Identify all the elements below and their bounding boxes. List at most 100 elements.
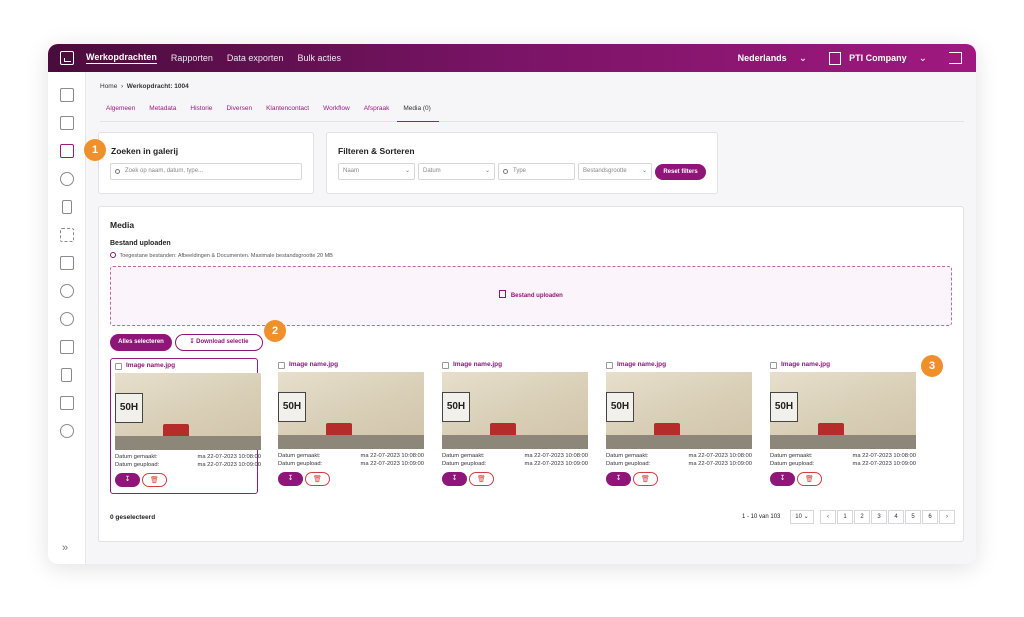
select-checkbox[interactable] [115, 363, 122, 370]
search-icon [503, 169, 508, 174]
type-input[interactable]: Type [498, 163, 575, 180]
download-selection-button[interactable]: ↧ Download selectie [175, 334, 263, 351]
per-page-value: 10 [795, 514, 802, 520]
created-label: Datum gemaakt: [278, 453, 321, 459]
delete-file-button[interactable]: 🗑 [797, 472, 822, 486]
filter-title: Filteren & Sorteren [338, 146, 415, 156]
transfer-icon[interactable] [60, 256, 74, 270]
add-user-icon[interactable] [60, 172, 74, 186]
page-3-button[interactable]: 3 [871, 510, 887, 524]
network-icon[interactable] [60, 424, 74, 438]
prev-page-icon[interactable]: ‹ [820, 510, 836, 524]
download-file-button[interactable]: ↧ [606, 472, 631, 486]
chevron-down-icon[interactable]: ⌄ [919, 53, 927, 64]
page-4-button[interactable]: 4 [888, 510, 904, 524]
download-file-button[interactable]: ↧ [442, 472, 467, 486]
nav-rapporten[interactable]: Rapporten [171, 53, 213, 63]
media-name: Image name.jpg [617, 361, 667, 368]
select-checkbox[interactable] [606, 362, 613, 369]
download-file-button[interactable]: ↧ [278, 472, 303, 486]
size-select[interactable]: Bestandsgrootte ⌄ [578, 163, 652, 180]
page-1-button[interactable]: 1 [837, 510, 853, 524]
nav-werkopdrachten[interactable]: Werkopdrachten [86, 52, 157, 64]
download-file-button[interactable]: ↧ [115, 473, 140, 487]
tab-workflow[interactable]: Workflow [317, 104, 358, 122]
media-card[interactable]: Image name.jpg 50H Datum gemaakt: ma 22-0… [274, 358, 425, 494]
tab-klantencontact[interactable]: Klantencontact [260, 104, 317, 122]
page-2-button[interactable]: 2 [854, 510, 870, 524]
delete-file-button[interactable]: 🗑 [305, 472, 330, 486]
tab-metadata[interactable]: Metadata [143, 104, 184, 122]
chevron-down-icon[interactable]: ⌄ [799, 53, 807, 64]
delete-file-button[interactable]: 🗑 [633, 472, 658, 486]
expand-sidebar-icon[interactable]: » [62, 542, 68, 554]
callout-badge-2: 2 [264, 320, 286, 342]
uploaded-value: ma 22-07-2023 10:09:00 [852, 461, 917, 467]
hierarchy-icon[interactable] [60, 396, 74, 410]
media-name: Image name.jpg [289, 361, 339, 368]
created-value: ma 22-07-2023 10:08:00 [360, 453, 425, 459]
type-placeholder: Type [513, 168, 527, 174]
media-name: Image name.jpg [453, 361, 503, 368]
upload-hint: Toegestane bestanden: Afbeeldingen & Doc… [110, 252, 333, 259]
chevron-down-icon: ⌄ [641, 168, 647, 174]
media-thumbnail[interactable]: 50H [606, 372, 752, 449]
delete-file-button[interactable]: 🗑 [469, 472, 494, 486]
callout-badge-3: 3 [921, 355, 943, 377]
select-checkbox[interactable] [278, 362, 285, 369]
upload-dropzone[interactable]: Bestand uploaden [110, 266, 952, 326]
naam-select-value: Naam [343, 168, 360, 174]
per-page-select[interactable]: 10 ⌄ [790, 510, 814, 524]
tab-media[interactable]: Media (0) [397, 104, 439, 122]
breadcrumb-home[interactable]: Home [100, 83, 117, 90]
configuration-icon[interactable] [60, 340, 74, 354]
download-file-button[interactable]: ↧ [770, 472, 795, 486]
search-panel: Zoeken in galerij Zoek op naam, datum, t… [98, 132, 314, 194]
delete-file-button[interactable]: 🗑 [142, 473, 167, 487]
document-icon[interactable] [61, 368, 72, 382]
nav-data-exporten[interactable]: Data exporten [227, 53, 284, 63]
edit-icon[interactable] [60, 88, 74, 102]
tab-afspraak[interactable]: Afspraak [358, 104, 398, 122]
dashboard-logo-icon[interactable] [60, 51, 74, 65]
media-card[interactable]: Image name.jpg 50H Datum gemaakt: ma 22-0… [110, 358, 261, 494]
page-6-button[interactable]: 6 [922, 510, 938, 524]
naam-select[interactable]: Naam ⌄ [338, 163, 415, 180]
datum-select[interactable]: Datum ⌄ [418, 163, 495, 180]
uploaded-value: ma 22-07-2023 10:09:00 [197, 462, 262, 468]
app-window: Werkopdrachten Rapporten Data exporten B… [48, 44, 976, 564]
support-icon[interactable] [60, 312, 74, 326]
search-title: Zoeken in galerij [111, 146, 179, 156]
gallery-search-input[interactable]: Zoek op naam, datum, type... [110, 163, 302, 180]
media-thumbnail[interactable]: 50H [278, 372, 424, 449]
gallery-icon[interactable] [60, 144, 74, 158]
nav-bulk-acties[interactable]: Bulk acties [297, 53, 341, 63]
next-page-icon[interactable]: › [939, 510, 955, 524]
media-card[interactable]: Image name.jpg 50H Datum gemaakt: ma 22-0… [602, 358, 752, 494]
page-5-button[interactable]: 5 [905, 510, 921, 524]
media-name: Image name.jpg [126, 362, 176, 369]
uploaded-label: Datum geupload: [606, 461, 651, 467]
settings-icon[interactable] [60, 284, 74, 298]
media-card[interactable]: Image name.jpg 50H Datum gemaakt: ma 22-0… [766, 358, 917, 494]
upload-dropzone-label: Bestand uploaden [510, 293, 563, 299]
select-checkbox[interactable] [770, 362, 777, 369]
media-thumbnail[interactable]: 50H [115, 373, 261, 450]
logout-icon[interactable] [949, 52, 962, 64]
reset-filters-button[interactable]: Reset filters [655, 164, 706, 180]
tab-historie[interactable]: Historie [184, 104, 220, 122]
mobile-icon[interactable] [62, 200, 72, 214]
datum-select-value: Datum [423, 168, 441, 174]
tab-bar: Algemeen Metadata Historie Diversen Klan… [100, 104, 964, 122]
compare-icon[interactable] [60, 116, 74, 130]
media-thumbnail[interactable]: 50H [442, 372, 588, 449]
company-selector[interactable]: PTI Company [849, 53, 907, 63]
media-card[interactable]: Image name.jpg 50H Datum gemaakt: ma 22-0… [438, 358, 588, 494]
scan-icon[interactable] [60, 228, 74, 242]
select-all-button[interactable]: Alles selecteren [110, 334, 172, 351]
language-selector[interactable]: Nederlands [738, 53, 787, 63]
media-thumbnail[interactable]: 50H [770, 372, 916, 449]
tab-algemeen[interactable]: Algemeen [100, 104, 143, 122]
select-checkbox[interactable] [442, 362, 449, 369]
tab-diversen[interactable]: Diversen [220, 104, 260, 122]
